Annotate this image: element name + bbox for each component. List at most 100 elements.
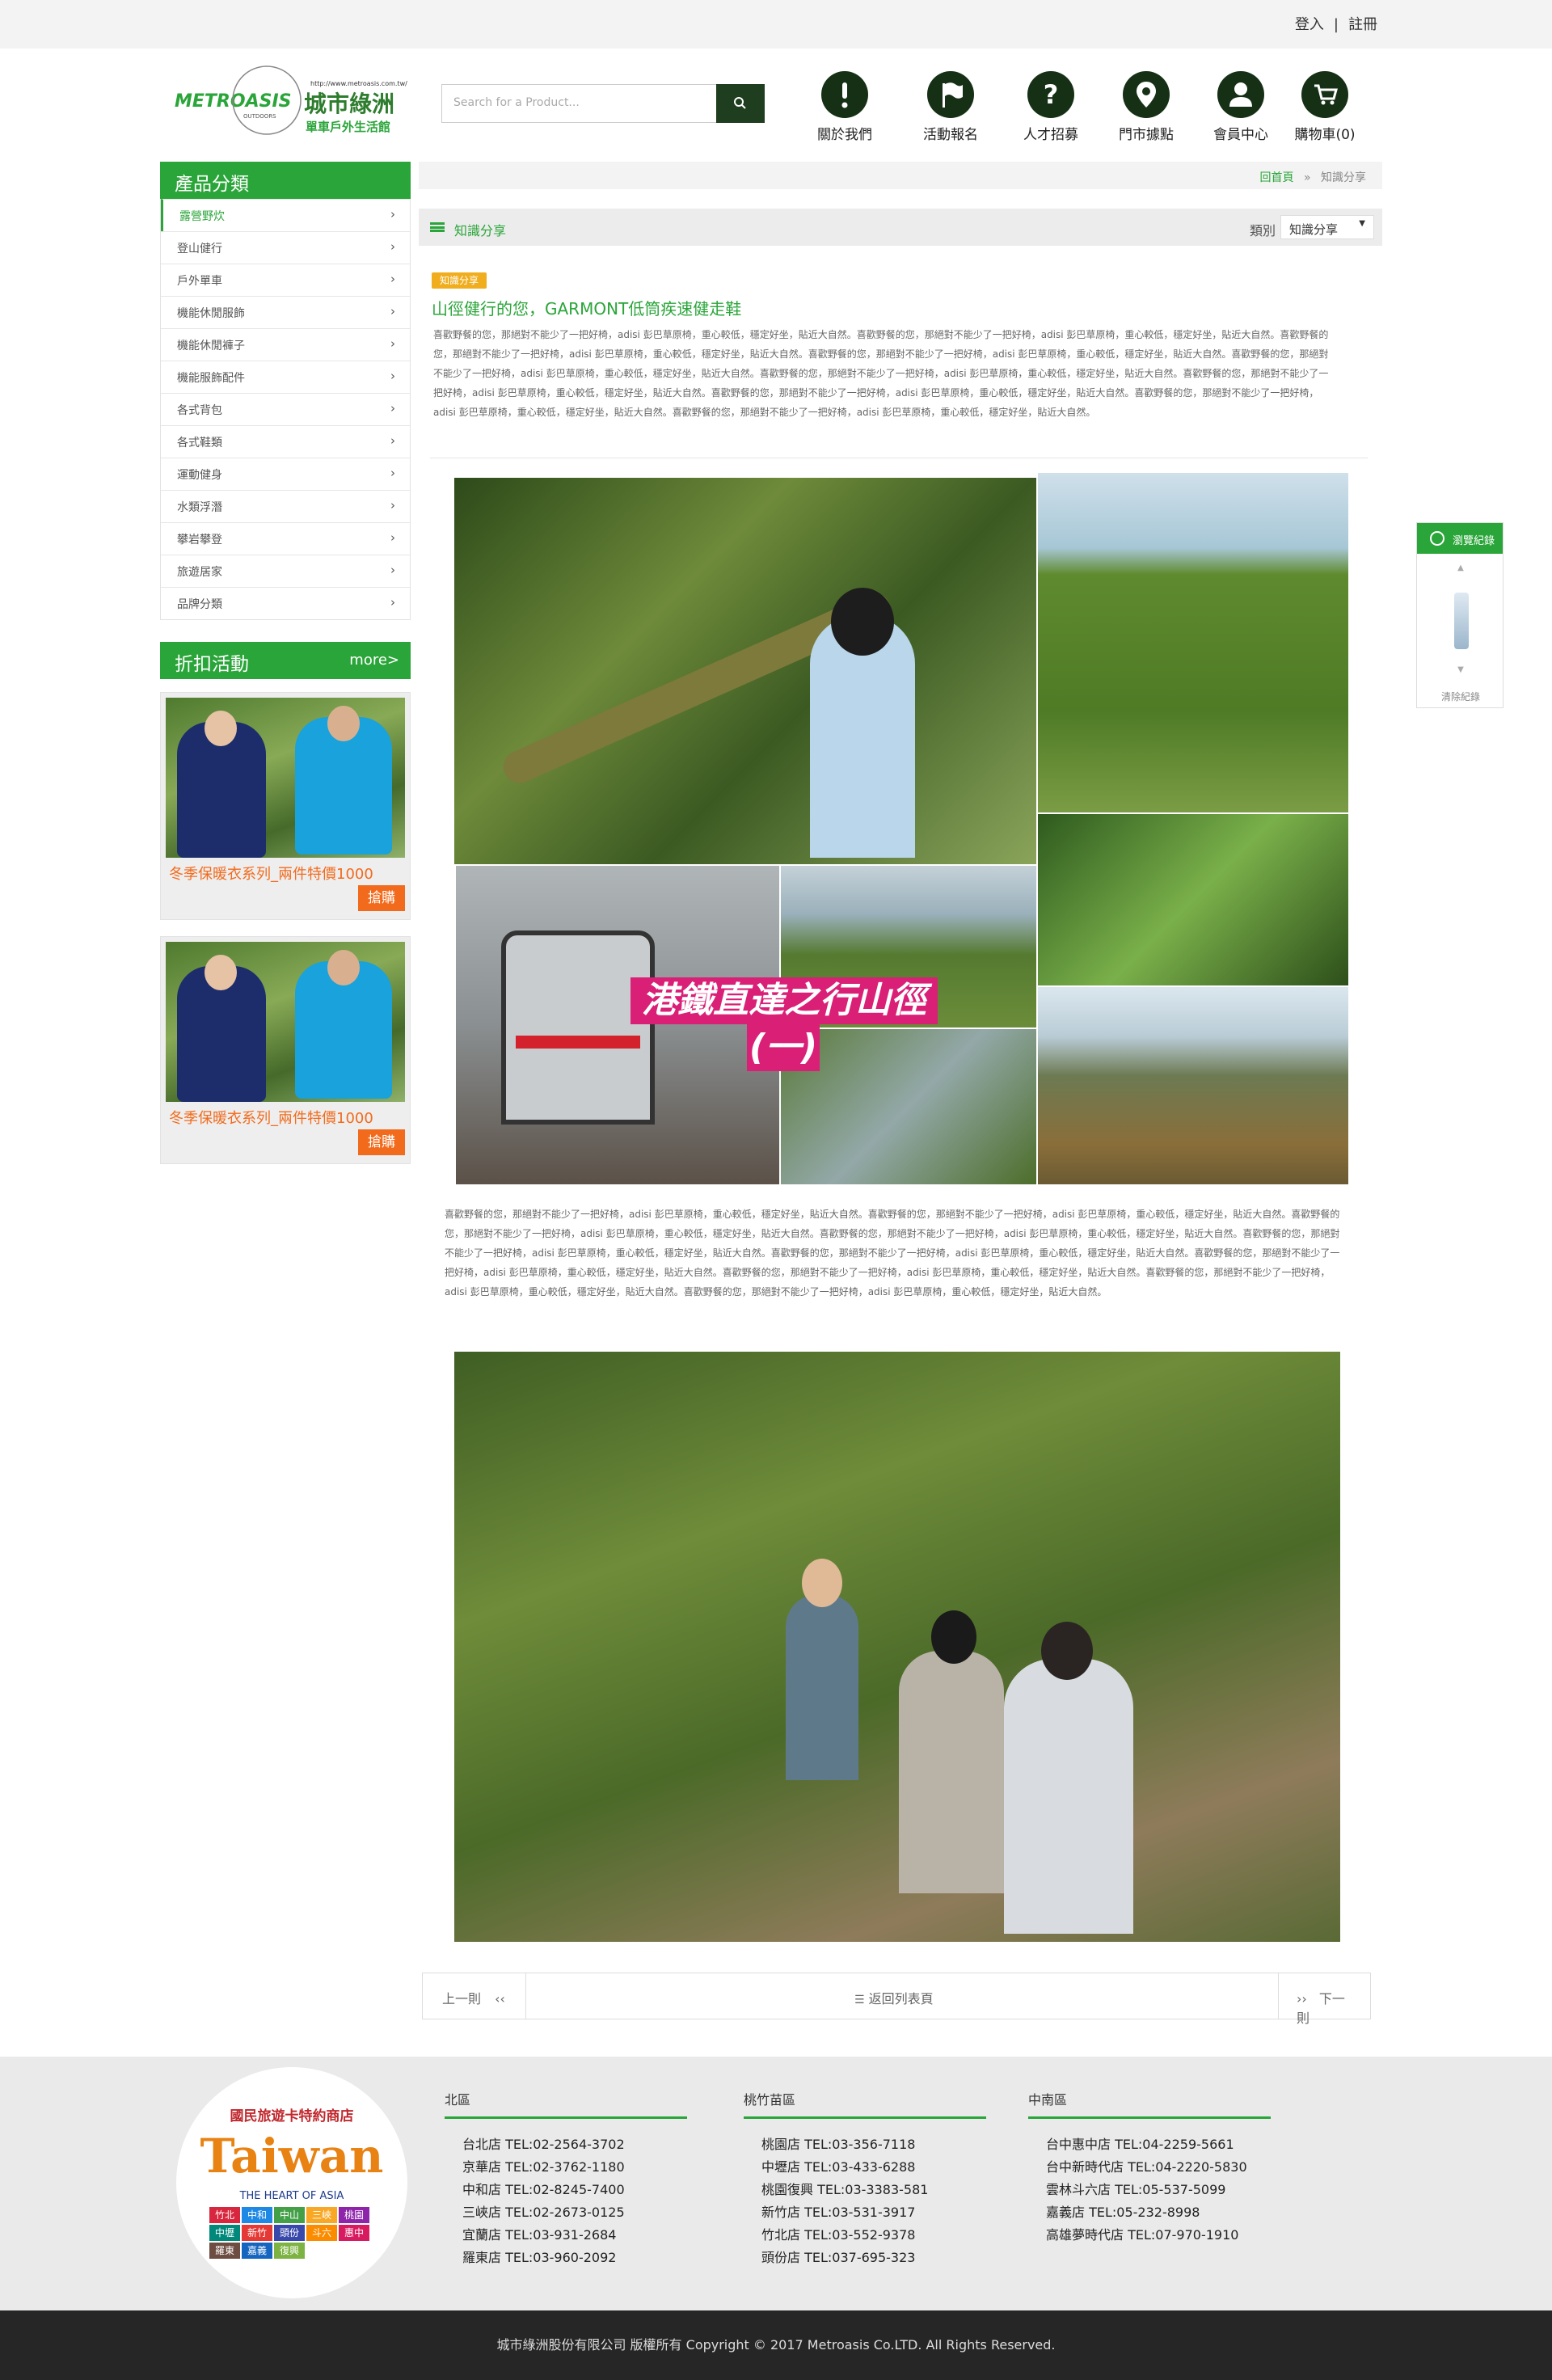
category-item[interactable]: 品牌分類 ›: [161, 587, 410, 619]
article-tag[interactable]: 知識分享: [432, 272, 487, 289]
category-label: 機能服飾配件: [177, 372, 245, 385]
history-product-image[interactable]: [1454, 593, 1469, 649]
nav-label: 門市據點: [1119, 127, 1174, 143]
logo-cn-sub: 單車戶外生活館: [306, 120, 390, 134]
category-item[interactable]: 機能服飾配件 ›: [161, 361, 410, 393]
category-item[interactable]: 各式鞋類 ›: [161, 425, 410, 458]
category-item[interactable]: 運動健身 ›: [161, 458, 410, 490]
next-button[interactable]: ›› 下一則: [1278, 1973, 1370, 2026]
chevron-right-icon: ›: [390, 369, 395, 383]
article-title: 山徑健行的您，GARMONT低筒疾速健走鞋: [432, 299, 742, 319]
nav-cart[interactable]: 購物車(0): [1280, 71, 1369, 144]
breadcrumb-home[interactable]: 回首頁: [1260, 171, 1294, 184]
promo-card-title[interactable]: 冬季保暖衣系列_兩件特價1000: [169, 863, 373, 884]
store-row: 中和店 TEL:02-8245-7400: [462, 2182, 625, 2197]
category-item[interactable]: 各式背包 ›: [161, 393, 410, 425]
promo-card[interactable]: 冬季保暖衣系列_兩件特價1000 搶購: [160, 692, 411, 920]
nav-recruit[interactable]: ? 人才招募: [1006, 71, 1095, 144]
footer-col-title: 中南區: [1028, 2089, 1271, 2119]
category-item[interactable]: 登山健行 ›: [161, 231, 410, 264]
promo-more-link[interactable]: more>: [349, 652, 399, 669]
nav-stores[interactable]: 門市據點: [1102, 71, 1191, 144]
promo-card[interactable]: 冬季保暖衣系列_兩件特價1000 搶購: [160, 936, 411, 1164]
nav-label: 購物車(0): [1294, 127, 1356, 143]
cart-icon: [1301, 71, 1348, 118]
badge-arc-text: 國民旅遊卡特約商店: [230, 2108, 354, 2125]
nav-label: 人才招募: [1023, 127, 1078, 143]
badge-store: 斗六: [306, 2225, 337, 2241]
badge-store: 嘉義: [242, 2243, 272, 2259]
promo-sidebar: 折扣活動 more>: [160, 642, 411, 679]
chevron-down-icon[interactable]: ▼: [1428, 665, 1493, 677]
question-icon: ?: [1027, 71, 1074, 118]
list-icon: ☰: [854, 1994, 865, 2007]
clock-icon: [1430, 531, 1444, 546]
promo-card-title[interactable]: 冬季保暖衣系列_兩件特價1000: [169, 1107, 373, 1128]
prev-button[interactable]: 上一則 ‹‹: [423, 1973, 526, 2019]
category-item[interactable]: 戶外單車 ›: [161, 264, 410, 296]
prev-label: 上一則: [442, 1991, 482, 2007]
search-icon: [734, 97, 746, 109]
store-row: 頭份店 TEL:037-695-323: [761, 2250, 916, 2265]
chevron-right-icon: ›: [390, 498, 395, 513]
badge-store: 桃園: [339, 2207, 369, 2223]
search-input[interactable]: Search for a Product...: [453, 96, 580, 109]
hikers-photo: [454, 1352, 1340, 1942]
category-item[interactable]: 露營野炊 ›: [161, 199, 410, 231]
list-title: 知識分享: [454, 223, 507, 238]
badge-store: 竹北: [209, 2207, 240, 2223]
nav-events[interactable]: 活動報名: [906, 71, 995, 144]
promo-title-text: 折扣活動: [175, 654, 249, 675]
footer-col-central-south: 中南區 台中惠中店 TEL:04-2259-5661 台中新時代店 TEL:04-…: [1028, 2089, 1271, 2247]
badge-store: 中山: [274, 2207, 305, 2223]
footer-col-rows: 台北店 TEL:02-2564-3702 京華店 TEL:02-3762-1180…: [445, 2133, 687, 2269]
location-pin-icon: [1123, 71, 1170, 118]
back-label: 返回列表頁: [868, 1991, 934, 2007]
chevron-right-icon: ›: [390, 239, 395, 254]
category-label: 露營野炊: [179, 210, 225, 223]
article-pager: 上一則 ‹‹ ☰ 返回列表頁 ›› 下一則: [422, 1973, 1371, 2026]
category-label: 戶外單車: [177, 275, 222, 288]
store-row: 桃園復興 TEL:03-3383-581: [761, 2182, 929, 2197]
category-label: 類別: [1249, 223, 1276, 238]
logo-url: http://www.metroasis.com.tw/: [310, 80, 407, 87]
footer-col-title: 桃竹苗區: [744, 2089, 986, 2119]
category-item[interactable]: 機能休閒褲子 ›: [161, 328, 410, 361]
footer-col-title: 北區: [445, 2089, 687, 2119]
clear-history-link[interactable]: 清除紀錄: [1417, 690, 1504, 703]
category-label: 登山健行: [177, 243, 222, 255]
category-item[interactable]: 機能休閒服飾 ›: [161, 296, 410, 328]
copyright: 城市綠洲股份有限公司 版權所有 Copyright © 2017 Metroas…: [0, 2310, 1552, 2380]
buy-button[interactable]: 搶購: [358, 885, 405, 911]
chevron-right-icon: ›: [390, 272, 395, 286]
search-box[interactable]: Search for a Product...: [441, 84, 765, 123]
category-sidebar: 產品分類 露營野炊 › 登山健行 › 戶外單車 › 機能休閒服飾 › 機能休閒褲子 › 機能服飾配件…: [160, 162, 411, 620]
site-logo[interactable]: METROASIS OUTDOORS http://www.metroasis.…: [175, 61, 427, 139]
back-to-list-link[interactable]: ☰ 返回列表頁: [854, 1988, 934, 2007]
nav-about[interactable]: 關於我們: [800, 71, 889, 144]
history-header: 瀏覽紀錄: [1417, 523, 1503, 554]
buy-button[interactable]: 搶購: [358, 1129, 405, 1155]
category-item[interactable]: 旅遊居家 ›: [161, 555, 410, 587]
chevron-up-icon[interactable]: ▲: [1428, 563, 1493, 575]
search-button[interactable]: [716, 84, 765, 123]
register-link[interactable]: 註冊: [1348, 13, 1377, 34]
category-label: 機能休閒服飾: [177, 307, 245, 320]
badge-store: 復興: [274, 2243, 305, 2259]
breadcrumb-current: 知識分享: [1321, 171, 1366, 184]
category-item[interactable]: 水類浮潛 ›: [161, 490, 410, 522]
category-item[interactable]: 攀岩攀登 ›: [161, 522, 410, 555]
browse-history-widget[interactable]: 瀏覽紀錄 ▲ ▼ 清除紀錄: [1416, 522, 1504, 708]
store-row: 羅東店 TEL:03-960-2092: [462, 2250, 617, 2265]
next-icon: ››: [1297, 1991, 1307, 2007]
login-link[interactable]: 登入: [1295, 13, 1324, 34]
footer-col-north: 北區 台北店 TEL:02-2564-3702 京華店 TEL:02-3762-1…: [445, 2089, 687, 2269]
breadcrumb: 回首頁 » 知識分享: [419, 162, 1382, 189]
nav-label: 關於我們: [817, 127, 872, 143]
chevron-right-icon: ›: [390, 336, 395, 351]
category-label: 各式背包: [177, 404, 222, 417]
user-icon: [1217, 71, 1264, 118]
nav-member[interactable]: 會員中心: [1196, 71, 1285, 144]
category-select[interactable]: 知識分享 ▼: [1280, 215, 1374, 239]
chevron-right-icon: ›: [390, 433, 395, 448]
